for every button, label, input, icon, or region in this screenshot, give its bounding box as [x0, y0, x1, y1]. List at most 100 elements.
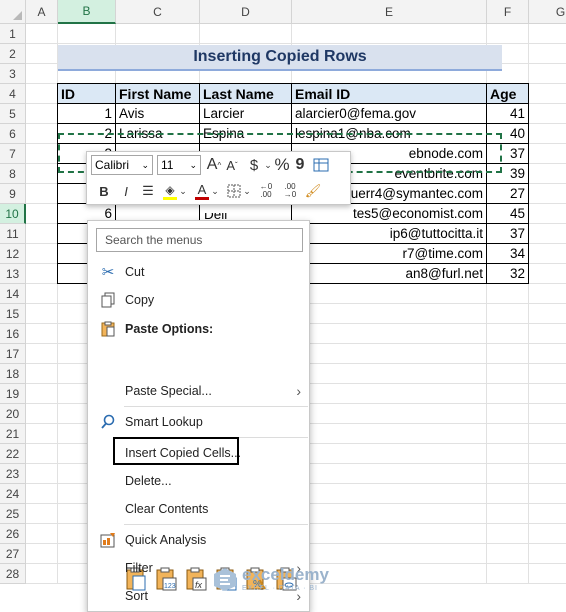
- menu-item-clear-contents[interactable]: Clear Contents: [88, 496, 309, 522]
- grid-cell[interactable]: [529, 104, 566, 124]
- grid-cell[interactable]: [116, 24, 200, 44]
- grid-cell[interactable]: [529, 284, 566, 304]
- grid-cell[interactable]: [529, 464, 566, 484]
- table-cell[interactable]: 27: [486, 183, 529, 204]
- table-cell[interactable]: 1: [57, 103, 116, 124]
- table-cell[interactable]: alarcier0@fema.gov: [291, 103, 487, 124]
- grid-cell[interactable]: [487, 444, 529, 464]
- column-header[interactable]: D: [200, 0, 292, 24]
- grid-cell[interactable]: [58, 24, 116, 44]
- grid-cell[interactable]: [26, 544, 58, 564]
- grid-cell[interactable]: [529, 404, 566, 424]
- grid-cell[interactable]: [487, 424, 529, 444]
- row-header[interactable]: 7: [0, 144, 26, 164]
- grid-cell[interactable]: [292, 344, 487, 364]
- menu-item-delete[interactable]: Delete...: [88, 468, 309, 494]
- menu-item-quick-analysis[interactable]: Quick Analysis: [88, 527, 309, 553]
- grid-cell[interactable]: [292, 484, 487, 504]
- bold-button[interactable]: B: [95, 180, 113, 202]
- grid-cell[interactable]: [487, 304, 529, 324]
- grid-cell[interactable]: [26, 384, 58, 404]
- row-header[interactable]: 20: [0, 404, 26, 424]
- grid-cell[interactable]: [529, 184, 566, 204]
- comma-style-button[interactable]: 9: [291, 154, 309, 176]
- grid-cell[interactable]: [487, 564, 529, 584]
- grid-cell[interactable]: [529, 224, 566, 244]
- grid-cell[interactable]: [26, 64, 58, 84]
- grid-cell[interactable]: [26, 364, 58, 384]
- increase-decimal-button[interactable]: ←0 .00: [255, 180, 277, 202]
- grid-cell[interactable]: [292, 384, 487, 404]
- select-all-corner[interactable]: [0, 0, 26, 24]
- column-header[interactable]: E: [292, 0, 487, 24]
- row-header[interactable]: 10: [0, 204, 26, 224]
- row-header[interactable]: 15: [0, 304, 26, 324]
- grid-cell[interactable]: [292, 464, 487, 484]
- menu-item-paste-special[interactable]: Paste Special... ›: [88, 378, 309, 404]
- grid-cell[interactable]: [26, 44, 58, 64]
- menu-search-input[interactable]: Search the menus: [96, 228, 303, 252]
- italic-button[interactable]: I: [117, 180, 135, 202]
- grid-cell[interactable]: [529, 64, 566, 84]
- table-cell[interactable]: 41: [486, 103, 529, 124]
- row-header[interactable]: 6: [0, 124, 26, 144]
- chevron-down-icon[interactable]: ⌄: [189, 160, 197, 171]
- chevron-down-icon[interactable]: ⌄: [141, 160, 149, 171]
- row-header[interactable]: 22: [0, 444, 26, 464]
- grid-cell[interactable]: [26, 164, 58, 184]
- grid-cell[interactable]: [487, 404, 529, 424]
- format-table-icon[interactable]: [312, 154, 330, 176]
- chevron-down-icon[interactable]: ⌄: [179, 180, 187, 202]
- grid-cell[interactable]: [292, 304, 487, 324]
- grid-cell[interactable]: [26, 124, 58, 144]
- chevron-down-icon[interactable]: ⌄: [263, 154, 273, 176]
- grid-cell[interactable]: [26, 564, 58, 584]
- menu-item-cut[interactable]: ✂ Cut: [88, 259, 309, 285]
- grid-cell[interactable]: [292, 544, 487, 564]
- row-header[interactable]: 18: [0, 364, 26, 384]
- grid-cell[interactable]: [529, 344, 566, 364]
- grid-cell[interactable]: [529, 424, 566, 444]
- grid-cell[interactable]: [26, 264, 58, 284]
- grid-cell[interactable]: [292, 424, 487, 444]
- menu-item-smart-lookup[interactable]: Smart Lookup: [88, 409, 309, 435]
- chevron-down-icon[interactable]: ⌄: [243, 180, 251, 202]
- spreadsheet[interactable]: ABCDEFG 1 2 3 4 5 6 7 8 9 10 11 12 13 14 15 16 17 18 19 20 2…: [0, 0, 566, 612]
- grid-cell[interactable]: [529, 144, 566, 164]
- grid-cell[interactable]: [26, 324, 58, 344]
- font-color-button[interactable]: A: [193, 180, 211, 202]
- font-name-box[interactable]: Calibri ⌄: [91, 155, 153, 175]
- grid-cell[interactable]: [529, 444, 566, 464]
- grid-cell[interactable]: [292, 404, 487, 424]
- grid-cell[interactable]: [487, 484, 529, 504]
- grid-cell[interactable]: [487, 384, 529, 404]
- column-header[interactable]: G: [529, 0, 566, 24]
- row-header[interactable]: 3: [0, 64, 26, 84]
- grid-cell[interactable]: [529, 24, 566, 44]
- row-header[interactable]: 4: [0, 84, 26, 104]
- grid-cell[interactable]: [487, 544, 529, 564]
- row-header[interactable]: 16: [0, 324, 26, 344]
- grid-cell[interactable]: [26, 444, 58, 464]
- grid-cell[interactable]: [26, 284, 58, 304]
- grid-cell[interactable]: [26, 144, 58, 164]
- table-cell[interactable]: 34: [486, 243, 529, 264]
- chevron-down-icon[interactable]: ⌄: [211, 180, 219, 202]
- format-painter-icon[interactable]: 🖌: [304, 180, 322, 202]
- table-cell[interactable]: 32: [486, 263, 529, 284]
- grid-cell[interactable]: [26, 104, 58, 124]
- grid-cell[interactable]: [529, 304, 566, 324]
- row-header[interactable]: 21: [0, 424, 26, 444]
- grid-cell[interactable]: [26, 524, 58, 544]
- row-header[interactable]: 25: [0, 504, 26, 524]
- grid-cell[interactable]: [26, 244, 58, 264]
- grid-cell[interactable]: [292, 24, 487, 44]
- grid-cell[interactable]: [26, 484, 58, 504]
- grid-cell[interactable]: [26, 184, 58, 204]
- row-header[interactable]: 26: [0, 524, 26, 544]
- grid-cell[interactable]: [292, 284, 487, 304]
- grid-cell[interactable]: [26, 304, 58, 324]
- grid-cell[interactable]: [487, 504, 529, 524]
- grid-cell[interactable]: [200, 24, 292, 44]
- row-header[interactable]: 27: [0, 544, 26, 564]
